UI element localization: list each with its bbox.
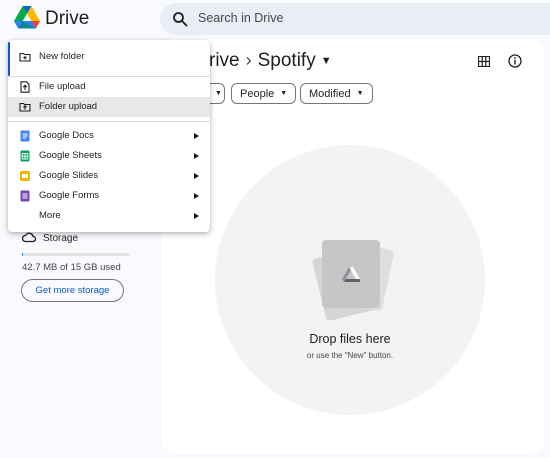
menu-item-label: New folder bbox=[39, 51, 85, 62]
menu-item-google-sheets[interactable]: Google Sheets bbox=[8, 146, 210, 166]
google-forms-icon bbox=[20, 190, 30, 202]
breadcrumb: rive › Spotify ▼ bbox=[209, 50, 332, 72]
menu-item-label: Google Docs bbox=[39, 130, 94, 141]
chevron-down-icon[interactable]: ▼ bbox=[321, 55, 332, 67]
submenu-arrow-icon bbox=[194, 133, 199, 139]
search-input[interactable]: Search in Drive bbox=[198, 11, 283, 25]
submenu-arrow-icon bbox=[194, 173, 199, 179]
people-filter-label: People bbox=[240, 87, 275, 100]
dropdown-arrow-icon: ▼ bbox=[215, 90, 222, 97]
storage-nav-label[interactable]: Storage bbox=[43, 233, 78, 244]
menu-item-folder-upload[interactable]: Folder upload bbox=[8, 97, 210, 117]
menu-item-google-forms[interactable]: Google Forms bbox=[8, 186, 210, 206]
submenu-arrow-icon bbox=[194, 213, 199, 219]
grid-view-icon[interactable] bbox=[478, 56, 490, 67]
menu-item-file-upload[interactable]: File upload bbox=[8, 77, 210, 97]
breadcrumb-current[interactable]: Spotify bbox=[258, 50, 316, 71]
search-bar[interactable]: Search in Drive bbox=[160, 3, 550, 35]
storage-progress-bar bbox=[22, 253, 130, 256]
drive-logo-icon[interactable] bbox=[14, 6, 40, 30]
file-upload-icon bbox=[20, 81, 30, 93]
cloud-icon[interactable] bbox=[22, 231, 36, 243]
drop-files-subtitle: or use the "New" button. bbox=[306, 351, 394, 360]
menu-item-label: Google Slides bbox=[39, 170, 99, 181]
info-icon[interactable] bbox=[508, 54, 522, 68]
submenu-arrow-icon bbox=[194, 153, 199, 159]
storage-used-text: 42.7 MB of 15 GB used bbox=[22, 262, 121, 273]
search-icon[interactable] bbox=[172, 11, 188, 27]
submenu-arrow-icon bbox=[194, 193, 199, 199]
folder-upload-icon bbox=[19, 102, 31, 112]
menu-divider bbox=[8, 121, 210, 122]
breadcrumb-separator-icon: › bbox=[245, 50, 252, 70]
google-docs-icon bbox=[20, 130, 30, 142]
dropdown-arrow-icon: ▼ bbox=[280, 90, 288, 97]
menu-item-new-folder[interactable]: New folder bbox=[8, 47, 210, 67]
menu-item-label: File upload bbox=[39, 81, 86, 92]
modified-filter-chip[interactable]: Modified ▼ bbox=[300, 83, 373, 104]
menu-item-google-slides[interactable]: Google Slides bbox=[8, 166, 210, 186]
menu-item-label: Google Sheets bbox=[39, 150, 102, 161]
people-filter-chip[interactable]: People ▼ bbox=[231, 83, 297, 104]
drop-files-illustration-icon bbox=[312, 240, 394, 320]
menu-item-google-docs[interactable]: Google Docs bbox=[8, 126, 210, 146]
storage-progress-fill bbox=[22, 253, 24, 256]
google-slides-icon bbox=[20, 171, 30, 181]
menu-item-label: Folder upload bbox=[39, 101, 98, 112]
dropdown-arrow-icon: ▼ bbox=[356, 90, 364, 97]
new-button-focus-edge bbox=[8, 42, 10, 76]
get-more-storage-button[interactable]: Get more storage bbox=[21, 279, 124, 302]
menu-item-more[interactable]: More bbox=[8, 206, 210, 226]
modified-filter-label: Modified bbox=[309, 87, 351, 100]
new-menu: New folder File upload Folder upload Goo… bbox=[8, 40, 210, 232]
google-sheets-icon bbox=[20, 150, 30, 162]
drop-files-title: Drop files here bbox=[309, 332, 391, 346]
breadcrumb-root[interactable]: rive bbox=[209, 50, 240, 71]
menu-item-label: Google Forms bbox=[39, 190, 100, 201]
new-folder-icon bbox=[19, 52, 31, 62]
app-title: Drive bbox=[45, 8, 90, 29]
menu-item-label: More bbox=[39, 210, 61, 221]
